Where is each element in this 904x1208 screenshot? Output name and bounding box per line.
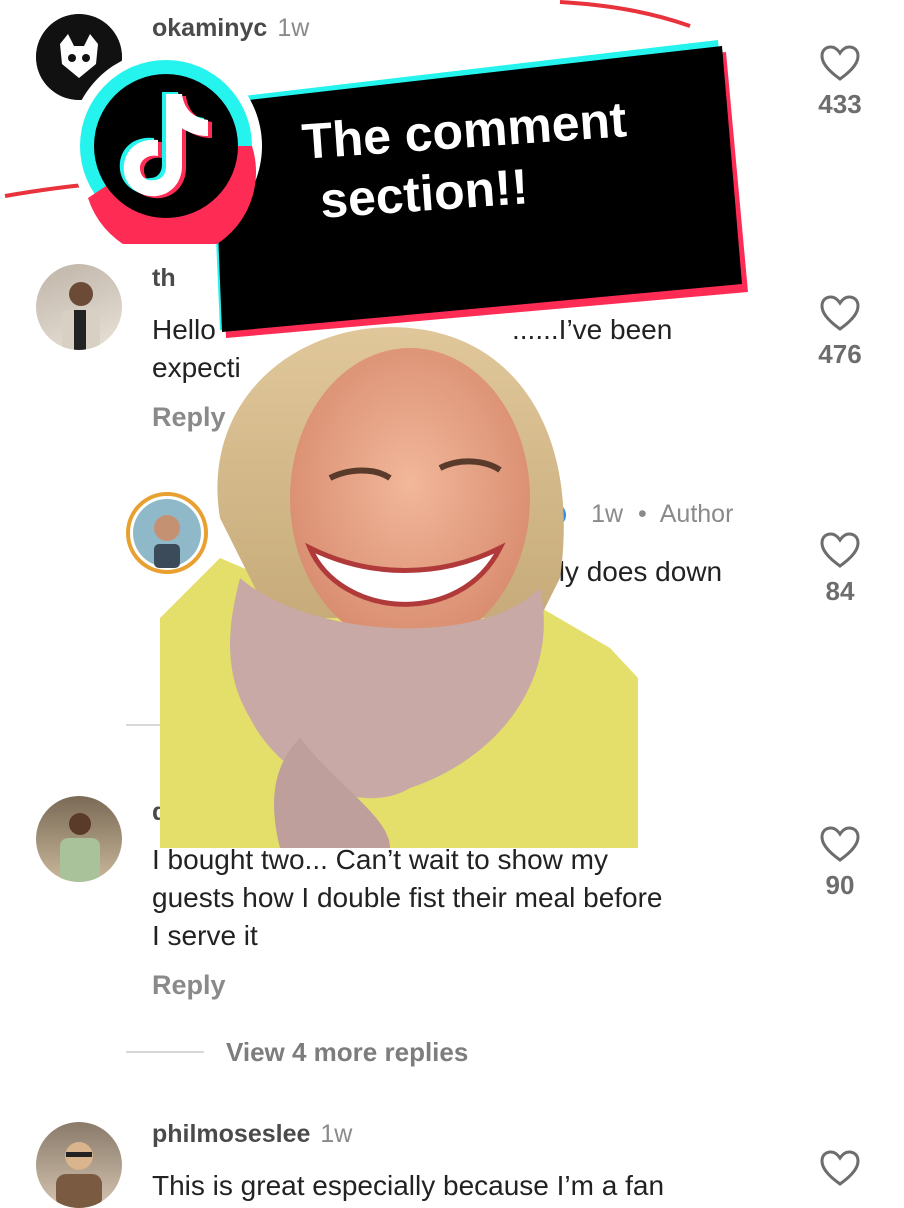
view-more-replies[interactable]: View 4 more replies bbox=[226, 1037, 468, 1068]
divider bbox=[126, 1051, 204, 1053]
username[interactable]: philmoseslee 1w bbox=[152, 1120, 352, 1149]
woman-photo-overlay bbox=[160, 327, 638, 848]
avatar[interactable] bbox=[36, 1122, 122, 1208]
like-button[interactable]: 476 bbox=[810, 295, 870, 370]
username-text[interactable]: philmoseslee bbox=[152, 1120, 310, 1148]
timestamp: 1w bbox=[320, 1120, 353, 1148]
comment-text-line3: I serve it bbox=[152, 920, 258, 951]
heart-icon bbox=[820, 532, 860, 568]
heart-icon bbox=[820, 45, 860, 81]
comment-philmoseslee: philmoseslee 1w This is great especially … bbox=[0, 1110, 904, 1208]
like-count: 433 bbox=[818, 89, 862, 119]
like-button[interactable]: 433 bbox=[810, 45, 870, 120]
like-count: 90 bbox=[825, 870, 855, 900]
heart-icon bbox=[820, 295, 860, 331]
comment-text-line2: guests how I double fist their meal befo… bbox=[152, 882, 663, 913]
heart-icon bbox=[820, 1150, 860, 1186]
avatar[interactable] bbox=[36, 796, 122, 882]
like-button[interactable]: 90 bbox=[810, 826, 870, 901]
avatar[interactable] bbox=[36, 264, 122, 350]
title-text: The comment section!! bbox=[300, 89, 633, 231]
username[interactable]: th bbox=[152, 264, 176, 293]
like-count: 476 bbox=[818, 339, 862, 369]
author-label: Author bbox=[659, 500, 734, 528]
avatar-person bbox=[56, 1142, 102, 1208]
dot-separator: • bbox=[638, 500, 647, 528]
tiktok-logo-icon bbox=[70, 50, 262, 244]
avatar-person bbox=[60, 813, 100, 882]
heart-icon bbox=[820, 826, 860, 862]
like-count: 84 bbox=[825, 576, 855, 606]
like-button[interactable]: 84 bbox=[810, 532, 870, 607]
reply-button[interactable]: Reply bbox=[152, 970, 226, 1001]
like-button[interactable] bbox=[810, 1150, 870, 1186]
comment-text-line1: This is great especially because I’m a f… bbox=[152, 1170, 665, 1201]
avatar-person bbox=[62, 282, 100, 350]
